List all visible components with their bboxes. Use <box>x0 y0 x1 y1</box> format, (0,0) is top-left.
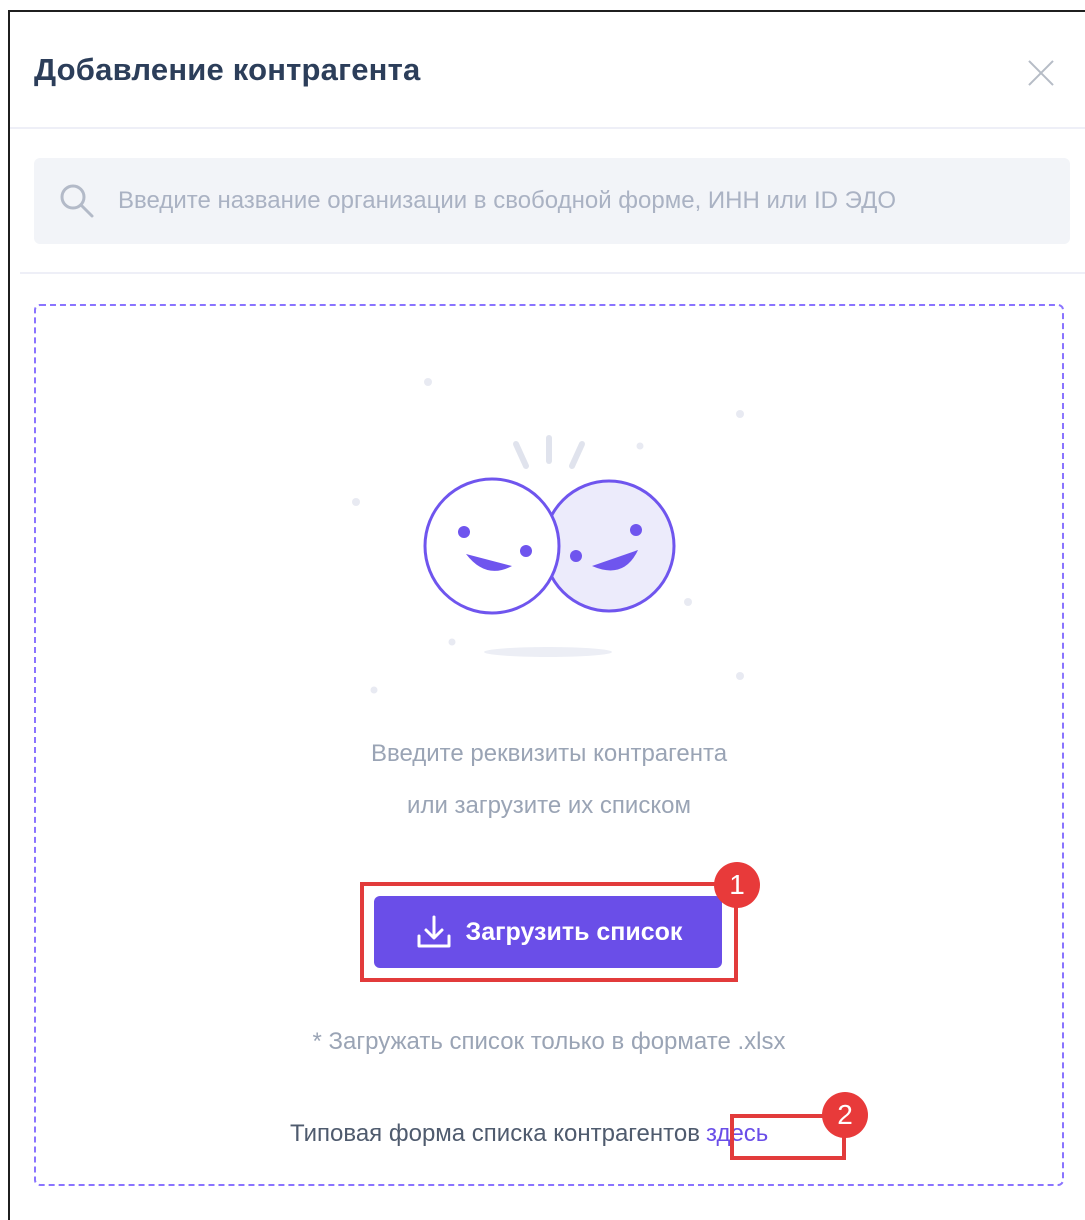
annotation-badge-1: 1 <box>714 862 760 908</box>
search-field[interactable] <box>34 158 1070 244</box>
hint-line-2: или загрузите их списком <box>407 792 691 819</box>
add-counterparty-modal: Добавление контрагента Введите название … <box>8 10 1085 1220</box>
download-icon <box>417 915 451 948</box>
upload-list-button[interactable]: Загрузить список <box>374 896 722 968</box>
smiley-faces-illustration <box>352 378 744 694</box>
annotation-badge-2: 2 <box>822 1092 868 1138</box>
modal-title: Добавление контрагента <box>34 52 421 87</box>
format-note: * Загружать список только в формате .xls… <box>312 1028 786 1055</box>
upload-list-label: Загрузить список <box>465 917 683 946</box>
hint-line-1: Введите реквизиты контрагента <box>370 740 728 767</box>
search-input[interactable] <box>118 158 1038 244</box>
search-icon <box>60 184 94 218</box>
search-divider <box>20 272 1085 274</box>
header-divider <box>10 127 1085 129</box>
close-icon[interactable] <box>1024 56 1058 90</box>
upload-dropzone[interactable]: Введите реквизиты контрагента или загруз… <box>34 304 1064 1186</box>
template-form-text: Типовая форма списка контрагентов <box>290 1120 700 1147</box>
template-form-line: Типовая форма списка контрагентов здесь <box>290 1120 768 1148</box>
